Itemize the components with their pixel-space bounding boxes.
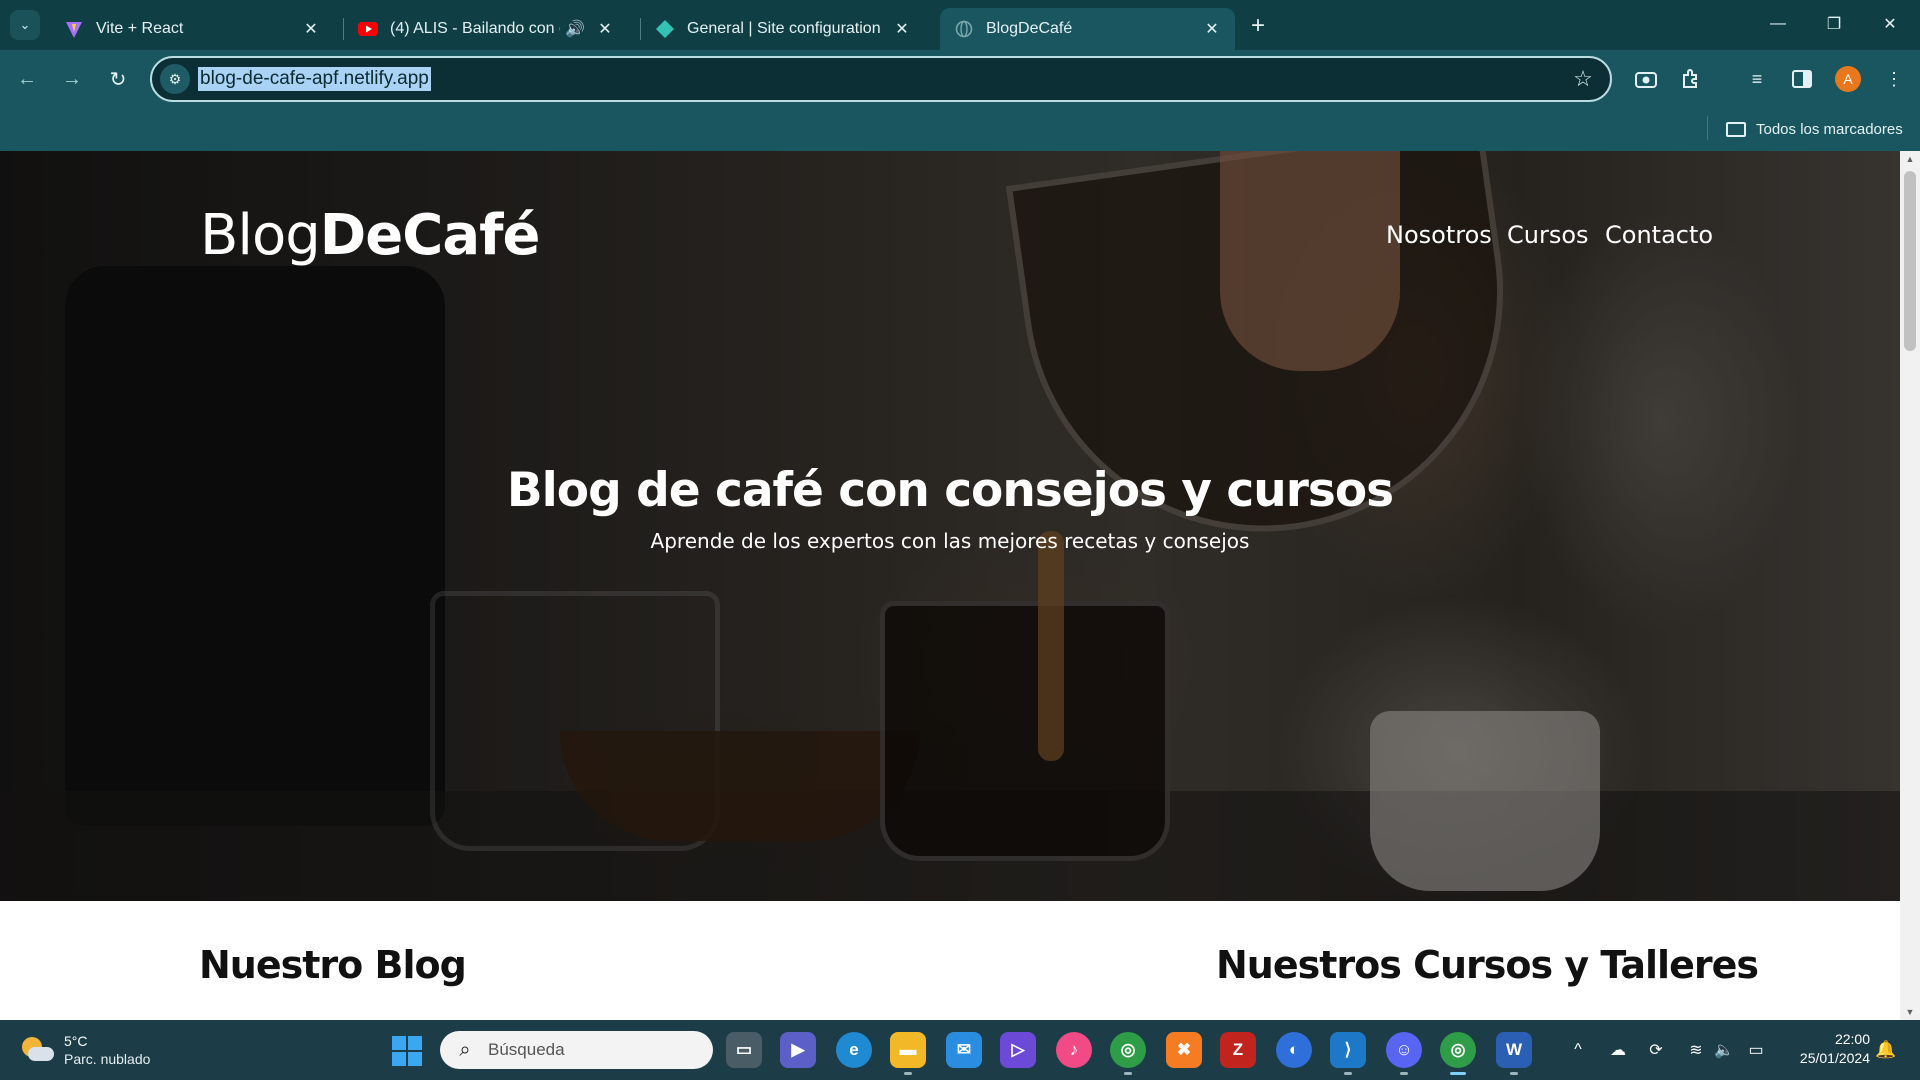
clock-time: 22:00 [1834, 1031, 1870, 1047]
partly-cloudy-icon [20, 1035, 54, 1065]
speaker-icon[interactable]: 🔊 [564, 18, 586, 40]
filezilla-icon[interactable]: Z [1220, 1032, 1256, 1068]
page-scrollbar[interactable]: ▲ ▼ [1900, 151, 1920, 1020]
logo-bold: DeCafé [319, 203, 541, 268]
firefox-icon[interactable]: ◐ [1276, 1032, 1312, 1068]
tab-search-button[interactable]: ⌄ [10, 10, 40, 40]
minimize-button[interactable]: — [1750, 0, 1806, 48]
active-indicator [1450, 1072, 1466, 1075]
close-window-button[interactable]: ✕ [1862, 0, 1918, 48]
mail-icon[interactable]: ✉ [946, 1032, 982, 1068]
logo-light: Blog [200, 203, 321, 268]
tab-title: Vite + React [96, 20, 184, 37]
page-viewport: BlogDeCafé Nosotros Cursos Contacto Blog… [0, 151, 1920, 1020]
discord-icon[interactable]: ☺ [1386, 1032, 1422, 1068]
running-indicator [1400, 1072, 1408, 1075]
profile-avatar[interactable]: A [1835, 66, 1861, 92]
scrollbar-thumb[interactable] [1904, 171, 1916, 351]
volume-icon[interactable]: 🔈 [1713, 1038, 1735, 1062]
windows-start-icon[interactable] [392, 1036, 422, 1066]
media-controls-icon[interactable]: ≡ [1742, 64, 1772, 94]
bookmarks-separator [1707, 116, 1708, 140]
running-indicator [1344, 1072, 1352, 1075]
side-panel-icon[interactable] [1787, 64, 1817, 94]
xampp-icon[interactable]: ✖ [1166, 1032, 1202, 1068]
hero-section: BlogDeCafé Nosotros Cursos Contacto Blog… [0, 151, 1900, 901]
itunes-icon[interactable]: ♪ [1056, 1032, 1092, 1068]
chrome-icon[interactable]: ◎ [1110, 1032, 1146, 1068]
wifi-icon[interactable]: ≋ [1685, 1038, 1707, 1062]
section-heading-courses: Nuestros Cursos y Talleres [1216, 943, 1759, 987]
folder-icon [1726, 121, 1746, 137]
weather-widget[interactable]: 5°C Parc. nublado [20, 1028, 150, 1072]
close-icon[interactable]: ✕ [1201, 18, 1223, 40]
clock-date: 25/01/2024 [1799, 1050, 1870, 1066]
onedrive-icon[interactable]: ☁ [1607, 1038, 1629, 1062]
vscode-icon[interactable]: ⟩ [1330, 1032, 1366, 1068]
restore-button[interactable]: ❐ [1806, 0, 1862, 48]
windows-taskbar: 5°C Parc. nublado ⌕ Búsqueda ▭ ▶ e ▬ ✉ ▷… [0, 1020, 1920, 1080]
nav-link-nosotros[interactable]: Nosotros [1386, 221, 1492, 249]
url-text[interactable]: blog-de-cafe-apf.netlify.app [198, 67, 431, 91]
taskbar-search[interactable]: ⌕ Búsqueda [440, 1031, 713, 1069]
battery-icon[interactable]: ▭ [1745, 1038, 1767, 1062]
running-indicator [1510, 1072, 1518, 1075]
youtube-icon [358, 19, 378, 39]
weather-condition: Parc. nublado [64, 1051, 151, 1067]
all-bookmarks-button[interactable]: Todos los marcadores [1726, 116, 1903, 142]
search-icon: ⌕ [459, 1038, 471, 1061]
site-info-icon[interactable]: ⚙ [160, 64, 190, 94]
chevron-down-icon: ⌄ [19, 17, 31, 32]
section-heading-blog: Nuestro Blog [199, 943, 467, 987]
hero-subtitle: Aprende de los expertos con las mejores … [650, 529, 1250, 553]
teams-icon[interactable]: ▶ [780, 1032, 816, 1068]
copilot-icon[interactable]: ▷ [1000, 1032, 1036, 1068]
system-clock[interactable]: 22:00 25/01/2024 [1780, 1030, 1870, 1068]
running-indicator [904, 1072, 912, 1075]
word-icon[interactable]: W [1496, 1032, 1532, 1068]
address-bar[interactable]: ⚙ blog-de-cafe-apf.netlify.app ☆ [150, 56, 1612, 102]
menu-kebab-icon[interactable]: ⋮ [1879, 64, 1909, 94]
tab-youtube[interactable]: (4) ALIS - Bailando con el vi 🔊 ✕ [344, 8, 628, 50]
tab-blogdecafe[interactable]: BlogDeCafé ✕ [940, 8, 1235, 50]
vite-icon [64, 19, 84, 39]
edge-icon[interactable]: e [836, 1032, 872, 1068]
forward-button[interactable]: → [57, 64, 87, 94]
close-icon[interactable]: ✕ [891, 18, 913, 40]
weather-temperature: 5°C [64, 1033, 88, 1049]
browser-toolbar: ← → ↻ ⚙ blog-de-cafe-apf.netlify.app ☆ ≡… [0, 50, 1920, 108]
scroll-up-arrow-icon[interactable]: ▲ [1900, 151, 1920, 167]
tab-title: General | Site configuration | blo [687, 20, 883, 37]
close-icon[interactable]: ✕ [300, 18, 322, 40]
tab-netlify[interactable]: General | Site configuration | blo ✕ [641, 8, 925, 50]
search-placeholder: Búsqueda [488, 1040, 565, 1059]
tab-vite-react[interactable]: Vite + React ✕ [50, 8, 334, 50]
notification-bell-icon[interactable]: 🔔 [1874, 1038, 1898, 1062]
nav-link-cursos[interactable]: Cursos [1507, 221, 1589, 249]
screenshot-icon[interactable] [1631, 64, 1661, 94]
tab-title: (4) ALIS - Bailando con el vi [390, 20, 560, 37]
globe-icon [954, 19, 974, 39]
all-bookmarks-label: Todos los marcadores [1756, 120, 1903, 138]
scroll-down-arrow-icon[interactable]: ▼ [1900, 1004, 1920, 1020]
task-view-icon[interactable]: ▭ [726, 1032, 762, 1068]
site-logo[interactable]: BlogDeCafé [200, 203, 540, 268]
reload-button[interactable]: ↻ [103, 64, 133, 94]
tab-title: BlogDeCafé [986, 20, 1073, 37]
extensions-icon[interactable] [1676, 64, 1706, 94]
back-button[interactable]: ← [12, 64, 42, 94]
close-icon[interactable]: ✕ [594, 18, 616, 40]
chevron-up-icon[interactable]: ^ [1567, 1038, 1589, 1062]
chrome-icon[interactable]: ◎ [1440, 1032, 1476, 1068]
bookmark-star-icon[interactable]: ☆ [1570, 66, 1596, 92]
new-tab-button[interactable]: + [1244, 12, 1272, 40]
bookmarks-bar: Todos los marcadores [0, 108, 1920, 151]
sync-icon[interactable]: ⟳ [1645, 1038, 1667, 1062]
file-explorer-icon[interactable]: ▬ [890, 1032, 926, 1068]
tab-strip: ⌄ Vite + React ✕ (4) ALIS - Bailando con… [0, 0, 1920, 50]
nav-link-contacto[interactable]: Contacto [1605, 221, 1713, 249]
netlify-icon [655, 19, 675, 39]
hero-title: Blog de café con consejos y cursos [506, 463, 1394, 518]
running-indicator [1124, 1072, 1132, 1075]
